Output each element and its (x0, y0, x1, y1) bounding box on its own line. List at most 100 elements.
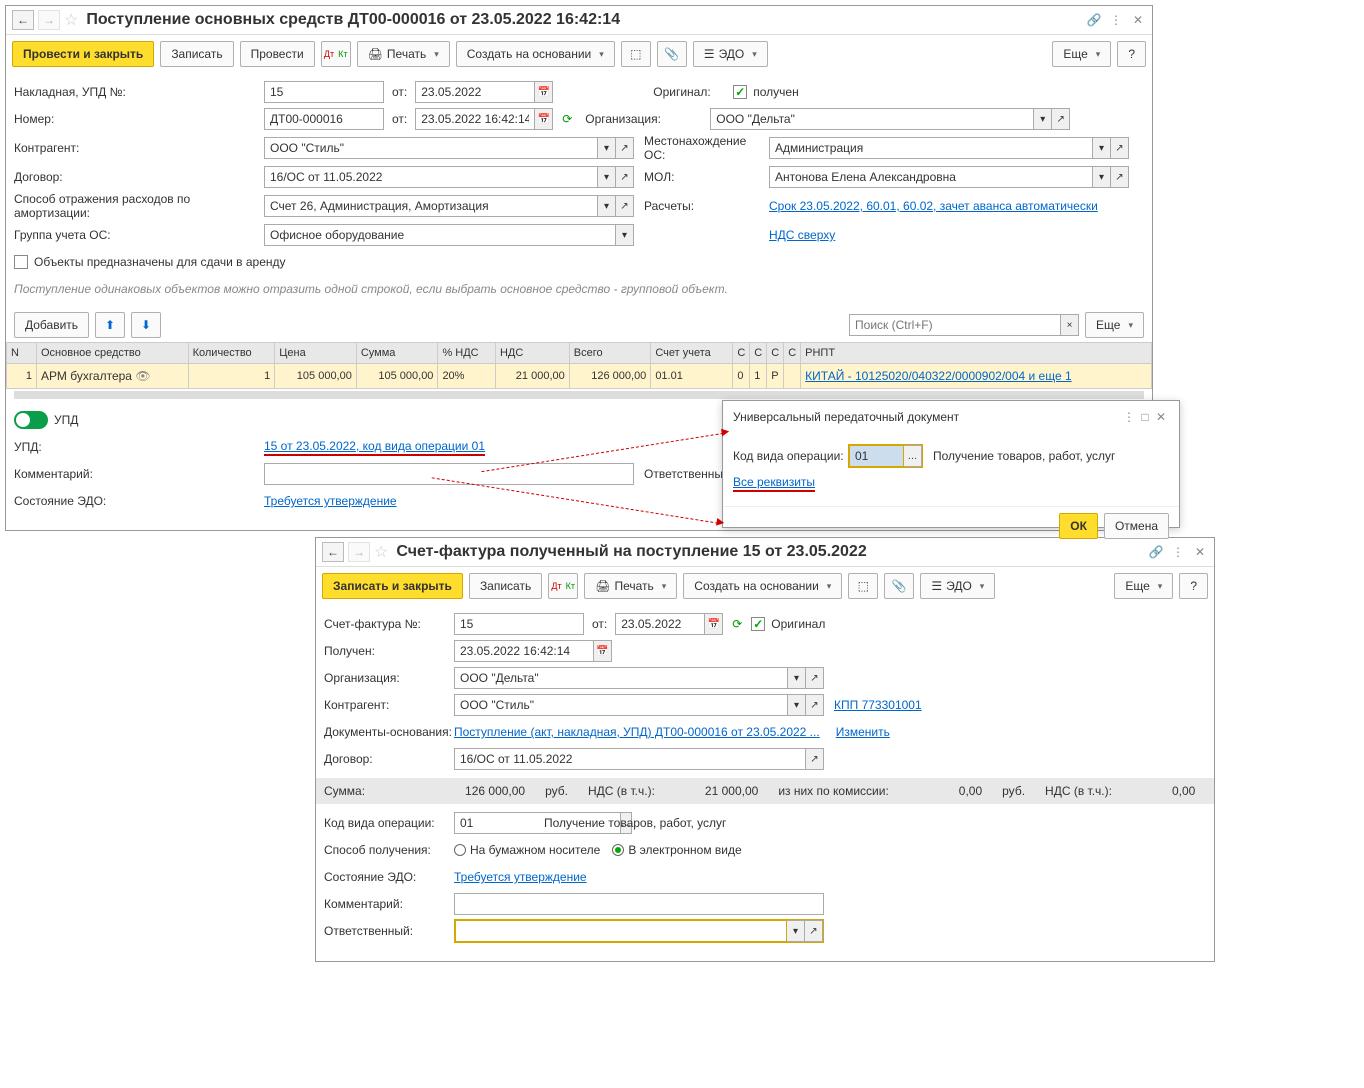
contract-input[interactable] (454, 748, 806, 770)
attach-button[interactable]: 📎 (884, 573, 914, 599)
structure-button[interactable]: ⬚ (848, 573, 878, 599)
org-input[interactable] (710, 108, 1034, 130)
more-table-button[interactable]: Еще (1085, 312, 1144, 338)
vat-link[interactable]: НДС сверху (769, 228, 835, 242)
rent-checkbox[interactable] (14, 255, 28, 269)
ok-button[interactable]: ОК (1059, 513, 1098, 539)
location-input[interactable] (769, 137, 1093, 159)
radio-paper[interactable] (454, 844, 466, 856)
print-button[interactable]: 🖨 Печать (584, 573, 677, 599)
change-link[interactable]: Изменить (836, 725, 890, 739)
help-button[interactable]: ? (1179, 573, 1208, 599)
kpp-link[interactable]: КПП 773301001 (834, 698, 922, 712)
upd-link[interactable]: 15 от 23.05.2022, код вида операции 01 (264, 439, 485, 456)
open-icon[interactable]: ↗ (1052, 108, 1070, 130)
received-input[interactable] (454, 640, 594, 662)
dtdt-button[interactable]: ДтКт (321, 41, 351, 67)
maximize-icon[interactable]: □ (1137, 409, 1153, 425)
original-checkbox[interactable]: ✓ (751, 617, 765, 631)
structure-button[interactable]: ⬚ (621, 41, 651, 67)
comment-label: Комментарий: (324, 897, 454, 911)
close-icon[interactable]: ✕ (1153, 409, 1169, 425)
forward-button[interactable]: → (38, 10, 60, 30)
contractor-input[interactable] (264, 137, 598, 159)
create-based-button[interactable]: Создать на основании (456, 41, 615, 67)
write-button[interactable]: Записать (160, 41, 233, 67)
edo-state-label: Состояние ЭДО: (14, 494, 264, 508)
comment-label: Комментарий: (14, 467, 264, 481)
radio-electronic[interactable] (612, 844, 624, 856)
edo-state-link[interactable]: Требуется утверждение (454, 870, 587, 884)
dropdown-icon[interactable]: ▾ (1034, 108, 1052, 130)
post-button[interactable]: Провести (240, 41, 315, 67)
attach-button[interactable]: 📎 (657, 41, 687, 67)
select-icon[interactable]: … (904, 445, 922, 467)
menu-icon[interactable]: ⋮ (1121, 409, 1137, 425)
calendar-icon[interactable]: 📅 (594, 640, 612, 662)
post-close-button[interactable]: Провести и закрыть (12, 41, 154, 67)
org-label: Организация: (585, 112, 710, 126)
docs-link[interactable]: Поступление (акт, накладная, УПД) ДТ00-0… (454, 725, 820, 739)
refresh-icon[interactable]: ⟳ (729, 616, 745, 632)
star-icon[interactable]: ☆ (374, 542, 388, 562)
amort-label: Способ отражения расходов по амортизации… (14, 192, 264, 220)
move-down-button[interactable]: ⬇ (131, 312, 161, 338)
add-button[interactable]: Добавить (14, 312, 89, 338)
move-up-button[interactable]: ⬆ (95, 312, 125, 338)
invoice-date-input[interactable] (415, 81, 535, 103)
write-button[interactable]: Записать (469, 573, 542, 599)
calendar-icon[interactable]: 📅 (705, 613, 723, 635)
print-button[interactable]: 🖨 Печать (357, 41, 450, 67)
comment-input[interactable] (264, 463, 634, 485)
invoice-no-label: Накладная, УПД №: (14, 85, 264, 99)
more-button[interactable]: Еще (1114, 573, 1173, 599)
edo-button[interactable]: ☰ ЭДО (920, 573, 995, 599)
mol-input[interactable] (769, 166, 1093, 188)
org-input[interactable] (454, 667, 788, 689)
clear-icon[interactable]: × (1061, 314, 1079, 336)
calc-link[interactable]: Срок 23.05.2022, 60.01, 60.02, зачет ава… (769, 199, 1098, 213)
number-date-input[interactable] (415, 108, 535, 130)
code-input[interactable] (849, 445, 904, 467)
calc-label: Расчеты: (644, 199, 769, 213)
close-icon[interactable]: ✕ (1192, 544, 1208, 560)
invoice-no-input[interactable] (264, 81, 384, 103)
help-button[interactable]: ? (1117, 41, 1146, 67)
calendar-icon[interactable]: 📅 (535, 108, 553, 130)
back-button[interactable]: ← (12, 10, 34, 30)
original-label: Оригинал: (653, 85, 733, 99)
responsible-input[interactable] (455, 920, 787, 942)
menu-icon[interactable]: ⋮ (1108, 12, 1124, 28)
sf-date-input[interactable] (615, 613, 705, 635)
sf-no-input[interactable] (454, 613, 584, 635)
upd-label: УПД: (14, 440, 264, 454)
link-icon[interactable]: 🔗 (1086, 12, 1102, 28)
edo-button[interactable]: ☰ ЭДО (693, 41, 768, 67)
close-icon[interactable]: ✕ (1130, 12, 1146, 28)
edo-state-link[interactable]: Требуется утверждение (264, 494, 397, 508)
comment-input[interactable] (454, 893, 824, 915)
star-icon[interactable]: ☆ (64, 10, 78, 30)
refresh-icon[interactable]: ⟳ (559, 111, 575, 127)
contractor-input[interactable] (454, 694, 788, 716)
group-input[interactable] (264, 224, 616, 246)
menu-icon[interactable]: ⋮ (1170, 544, 1186, 560)
cancel-button[interactable]: Отмена (1104, 513, 1169, 539)
rnpt-link[interactable]: КИТАЙ - 10125020/040322/0000902/004 и ещ… (805, 369, 1071, 383)
more-button[interactable]: Еще (1052, 41, 1111, 67)
calendar-icon[interactable]: 📅 (535, 81, 553, 103)
back-button[interactable]: ← (322, 542, 344, 562)
save-close-button[interactable]: Записать и закрыть (322, 573, 463, 599)
upd-toggle[interactable] (14, 411, 48, 429)
received-checkbox[interactable]: ✓ (733, 85, 747, 99)
all-props-link[interactable]: Все реквизиты (733, 475, 815, 492)
forward-button[interactable]: → (348, 542, 370, 562)
dtdt-button[interactable]: ДтКт (548, 573, 578, 599)
amort-input[interactable] (264, 195, 598, 217)
table-row[interactable]: 1АРМ бухгалтера 👁1105 000,00105 000,0020… (7, 364, 1152, 389)
search-input[interactable] (849, 314, 1061, 336)
link-icon[interactable]: 🔗 (1148, 544, 1164, 560)
number-input[interactable] (264, 108, 384, 130)
create-based-button[interactable]: Создать на основании (683, 573, 842, 599)
contract-input[interactable] (264, 166, 598, 188)
